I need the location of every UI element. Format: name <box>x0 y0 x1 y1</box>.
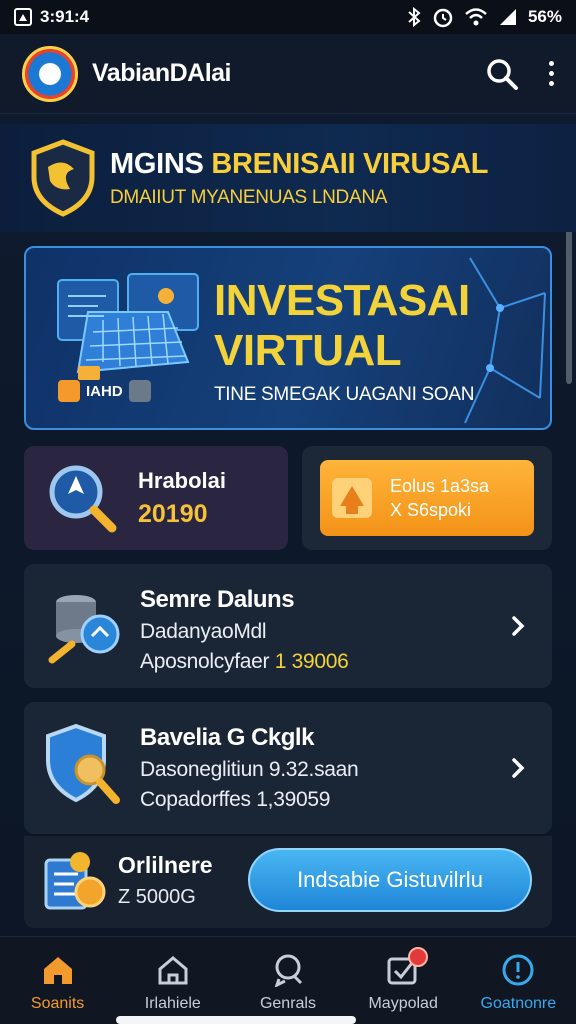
banner-subtitle: TINE SMEGAK UAGANI SOAN <box>214 384 475 405</box>
app-bar: VabianDAlai <box>0 34 576 114</box>
app-actions <box>485 57 554 91</box>
nav-item-3[interactable]: Genrals <box>232 953 344 1013</box>
row-line2: Dasoneglitiun 9.32.saan <box>140 758 359 781</box>
bottom-nav: Soanits Irlahiele Genrals Maypolad Goatn… <box>0 936 576 1024</box>
balance-text: Hrabolai 20190 <box>138 468 226 529</box>
status-bar: 3:91:4 56% <box>0 0 576 34</box>
database-icon <box>48 595 120 664</box>
more-menu-icon[interactable] <box>549 61 554 86</box>
list-item[interactable]: Bavelia G Ckglk Dasoneglitiun 9.32.saan … <box>24 702 552 834</box>
app-title: VabianDAlai <box>92 59 232 87</box>
banner-title-line1: INVESTASAI <box>214 276 470 325</box>
shield-search-icon <box>46 723 120 804</box>
hero-subtitle: DMAIIUT MYANENUAS LNDANA <box>110 186 388 208</box>
hero-text: MGINS BRENISAII VIRUSAL DMAIIUT MYANENUA… <box>110 147 489 209</box>
document-coin-icon <box>44 852 106 910</box>
row-title: Bavelia G Ckglk <box>140 724 314 751</box>
row-title: Semre Daluns <box>140 586 295 613</box>
shield-icon <box>31 139 95 217</box>
signal-icon <box>499 9 516 25</box>
app-logo <box>22 45 78 102</box>
row-line3-value: 1 39006 <box>274 650 349 673</box>
nav-label: Soanits <box>30 995 85 1012</box>
nav-item-home[interactable]: Soanits <box>2 953 114 1013</box>
bonus-line1: Eolus 1a3sa <box>390 476 490 496</box>
magnifier-icon <box>49 465 117 533</box>
hero-title-white: MGINS <box>110 147 204 180</box>
list-item[interactable]: Semre Daluns DadanyaoMdl Aposnolcyfaer 1… <box>24 564 552 688</box>
nav-label: Maypolad <box>368 995 438 1012</box>
chevron-right-icon[interactable] <box>506 614 530 638</box>
promo-cta-button[interactable]: Indsabie Gistuvilrlu <box>248 848 532 912</box>
tag-grey-icon <box>128 380 151 402</box>
row-line3-prefix: Copadorffes <box>140 788 251 811</box>
search-icon[interactable] <box>485 57 519 91</box>
status-right: 56% <box>406 6 562 28</box>
bonus-button[interactable]: Eolus 1a3sa X S6spoki <box>320 460 534 536</box>
trophy-icon <box>332 478 372 518</box>
promo-title: Orlilnere <box>118 852 213 878</box>
row-line3-value: 1,39059 <box>256 788 331 811</box>
notification-badge <box>408 947 429 967</box>
clock-icon <box>502 954 534 986</box>
bonus-card[interactable]: Eolus 1a3sa X S6spoki <box>302 446 552 550</box>
balance-card[interactable]: Hrabolai 20190 <box>24 446 288 550</box>
hero-title-yellow: BRENISAII VIRUSAL <box>211 147 489 180</box>
main-content[interactable]: MGINS BRENISAII VIRUSAL DMAIIUT MYANENUA… <box>0 114 576 936</box>
hero-title: MGINS BRENISAII VIRUSAL <box>110 147 489 181</box>
row-line3: Copadorffes 1,39059 <box>140 788 330 812</box>
banner-tag-label: IAHD <box>86 382 123 400</box>
nav-item-5[interactable]: Goatnonre <box>462 953 574 1013</box>
home-indicator[interactable] <box>116 1016 356 1024</box>
gallery-icon <box>14 8 32 26</box>
status-time: 3:91:4 <box>40 7 90 26</box>
row-line3: Aposnolcyfaer 1 39006 <box>140 650 349 674</box>
row-line3-prefix: Aposnolcyfaer <box>140 650 270 673</box>
banner-title: INVESTASAI VIRTUAL <box>214 276 470 376</box>
balance-label: Hrabolai <box>138 467 227 493</box>
nav-label: Irlahiele <box>144 995 201 1012</box>
balance-value: 20190 <box>138 499 208 528</box>
hero-header: MGINS BRENISAII VIRUSAL DMAIIUT MYANENUA… <box>0 124 576 232</box>
status-left: 3:91:4 <box>14 7 89 27</box>
row-line2: DadanyaoMdl <box>140 620 267 643</box>
promo-value: Z 5000G <box>118 886 196 908</box>
bonus-text: Eolus 1a3sa X S6spoki <box>390 474 489 522</box>
nav-item-2[interactable]: Irlahiele <box>117 953 229 1013</box>
banner-tag: IAHD <box>58 380 151 402</box>
home-icon <box>43 957 72 984</box>
bluetooth-icon <box>408 7 421 27</box>
chevron-right-icon[interactable] <box>506 756 530 780</box>
network-decoration <box>464 257 546 424</box>
nav-icon-wrap <box>386 947 429 987</box>
wifi-icon <box>465 8 487 26</box>
banner-title-line2: VIRTUAL <box>214 326 402 375</box>
promo-card[interactable]: Orlilnere Z 5000G Indsabie Gistuvilrlu <box>24 836 552 928</box>
bonus-line2: X S6spoki <box>390 500 472 520</box>
chat-icon <box>274 954 303 987</box>
alarm-icon <box>433 8 453 28</box>
nav-label: Genrals <box>259 995 316 1012</box>
tag-orange-icon <box>58 380 80 402</box>
house-icon <box>158 956 188 985</box>
nav-label: Goatnonre <box>480 995 557 1012</box>
investment-banner[interactable]: IAHD INVESTASAI VIRTUAL TINE SMEGAK UAGA… <box>24 246 552 430</box>
battery-text: 56% <box>527 7 562 26</box>
nav-item-4[interactable]: Maypolad <box>347 947 459 1013</box>
